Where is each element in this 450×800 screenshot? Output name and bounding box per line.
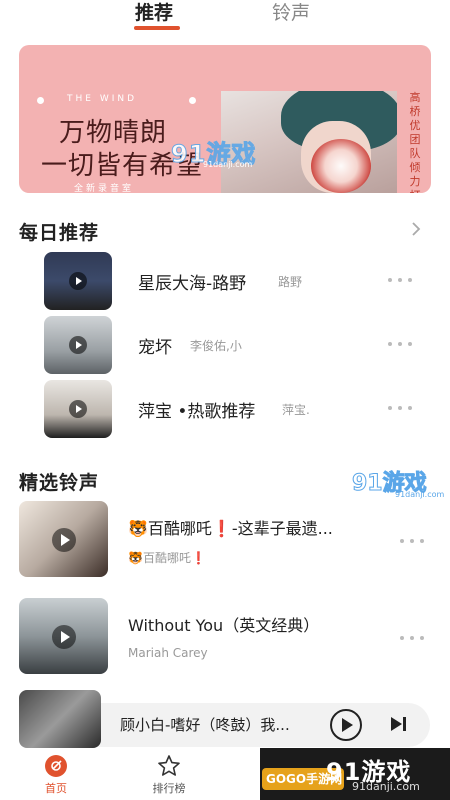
daily-section-title: 每日推荐 xyxy=(19,222,100,244)
ringtone-subtitle: 🐯百酷哪吒❗ xyxy=(128,551,206,565)
banner-tag: 全新录音室 xyxy=(74,184,135,193)
photo-flower xyxy=(311,139,371,193)
daily-song-row[interactable]: 萍宝 •热歌推荐 萍宝. xyxy=(0,380,450,438)
ringtone-cover xyxy=(19,598,108,674)
ringtone-title: Without You（英文经典） xyxy=(128,616,320,635)
play-icon[interactable] xyxy=(52,625,76,649)
more-icon[interactable] xyxy=(398,537,426,545)
song-cover xyxy=(44,316,112,374)
tab-ringtone[interactable]: 铃声 xyxy=(272,0,310,26)
banner-vertical-text: 高桥优团队倾力打造 xyxy=(409,91,421,193)
play-icon[interactable] xyxy=(69,400,87,418)
song-artist: 路野 xyxy=(278,275,303,289)
banner-subtitle: THE WIND xyxy=(67,94,138,104)
daily-song-row[interactable]: 星辰大海-路野 路野 xyxy=(0,252,450,310)
top-tabs: 推荐 铃声 xyxy=(0,0,450,38)
song-title: 宠坏 xyxy=(138,338,172,358)
banner-dot-icon xyxy=(37,97,44,104)
more-icon[interactable] xyxy=(398,634,426,642)
active-tab-indicator xyxy=(134,26,180,30)
next-track-icon[interactable] xyxy=(388,715,408,733)
play-button[interactable] xyxy=(330,709,362,741)
watermark-url: 91danji.com xyxy=(203,160,253,169)
song-cover xyxy=(44,380,112,438)
song-artist: 萍宝. xyxy=(282,403,310,417)
ringtone-title: 🐯百酷哪吒❗-这辈子最遗... xyxy=(128,519,333,538)
more-icon[interactable] xyxy=(386,404,414,412)
banner-dot-icon xyxy=(189,97,196,104)
banner-headline-1: 万物晴朗 xyxy=(59,118,168,148)
song-title: 萍宝 •热歌推荐 xyxy=(138,402,256,422)
home-disc-icon xyxy=(45,755,67,777)
player-song-title: 顾小白-嗜好（咚鼓）我... xyxy=(120,716,290,734)
nav-chart[interactable]: 排行榜 xyxy=(139,750,199,800)
player-cover[interactable] xyxy=(19,690,101,748)
watermark-url: 91danji.com xyxy=(395,490,445,499)
nav-label: 首页 xyxy=(45,782,67,795)
play-icon[interactable] xyxy=(69,336,87,354)
song-cover xyxy=(44,252,112,310)
tab-recommend[interactable]: 推荐 xyxy=(135,0,173,26)
play-icon[interactable] xyxy=(69,272,87,290)
daily-song-row[interactable]: 宠坏 李俊佑,小 xyxy=(0,316,450,374)
play-icon[interactable] xyxy=(52,528,76,552)
ringtone-row[interactable]: 🐯百酷哪吒❗-这辈子最遗... 🐯百酷哪吒❗ xyxy=(0,501,450,579)
ringtone-row[interactable]: Without You（英文经典） Mariah Carey xyxy=(0,598,450,676)
chevron-right-icon[interactable] xyxy=(410,220,422,238)
nav-home[interactable]: 首页 xyxy=(26,750,86,800)
ringtone-section-title: 精选铃声 xyxy=(19,472,100,494)
song-title: 星辰大海-路野 xyxy=(138,274,247,294)
more-icon[interactable] xyxy=(386,276,414,284)
brand-url: 91danji.com xyxy=(352,780,420,793)
banner-text-area: THE WIND 万物晴朗 一切皆有希望 全新录音室 xyxy=(19,45,224,193)
nav-label: 排行榜 xyxy=(152,782,186,795)
star-icon xyxy=(158,755,180,776)
promo-banner[interactable]: THE WIND 万物晴朗 一切皆有希望 全新录音室 高桥优团队倾力打造 xyxy=(19,45,431,193)
ringtone-subtitle: Mariah Carey xyxy=(128,646,208,660)
song-artist: 李俊佑,小 xyxy=(190,339,242,353)
ringtone-cover xyxy=(19,501,108,577)
more-icon[interactable] xyxy=(386,340,414,348)
